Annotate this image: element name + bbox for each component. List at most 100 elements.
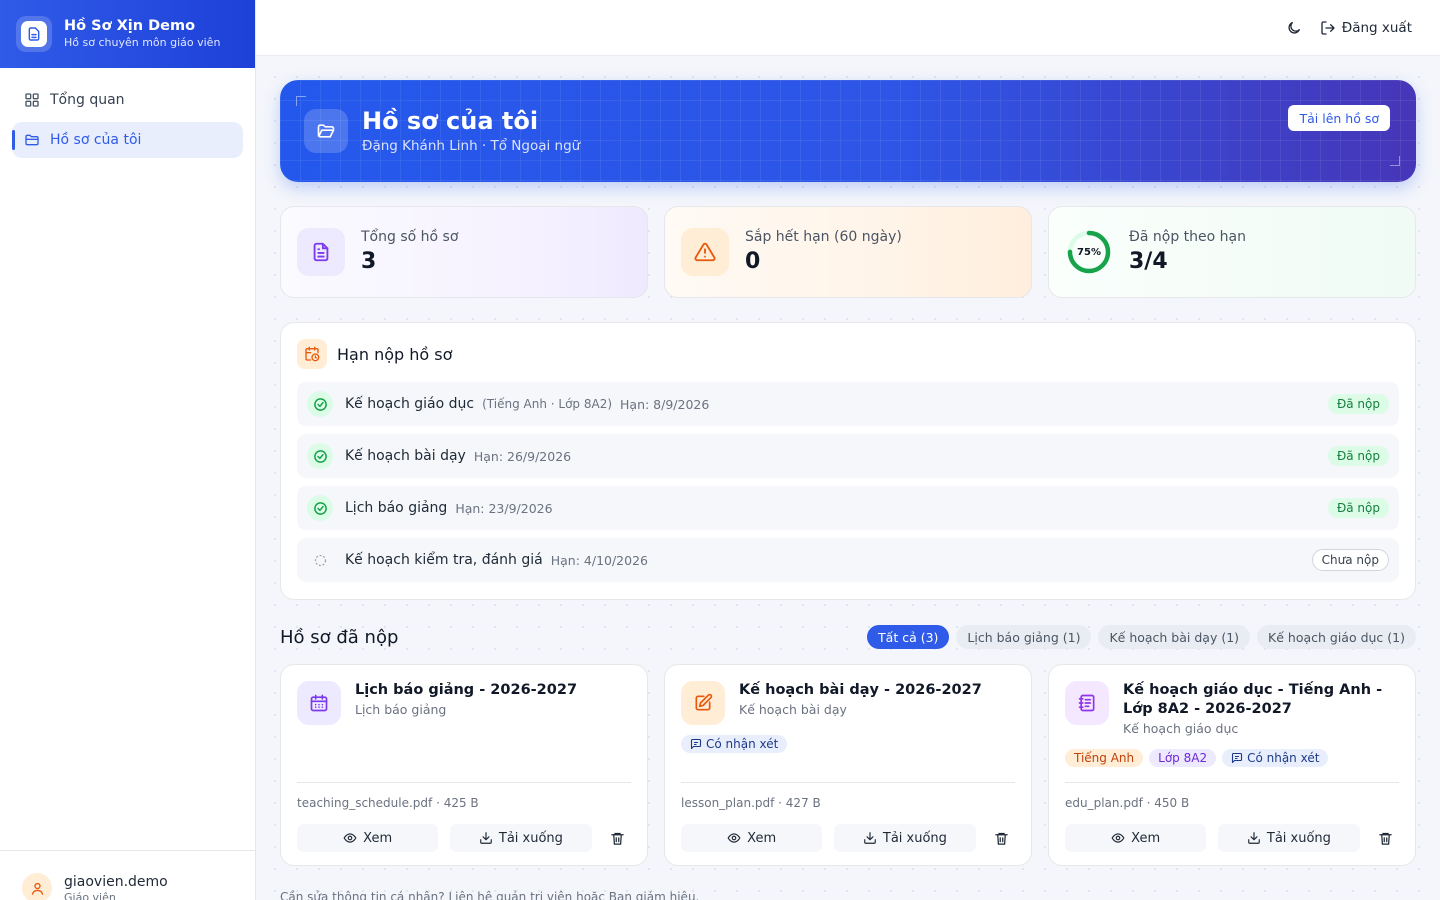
submitted-title: Hồ sơ đã nộp	[280, 626, 399, 648]
status-badge: Chưa nộp	[1311, 549, 1389, 571]
stat-total: Tổng số hồ sơ 3	[280, 206, 648, 298]
stat-label: Tổng số hồ sơ	[361, 229, 459, 245]
download-button[interactable]: Tải xuống	[1218, 824, 1360, 852]
file-cards: Lịch báo giảng - 2026-2027 Lịch báo giản…	[280, 664, 1416, 866]
view-button[interactable]: Xem	[1065, 824, 1207, 852]
brand-subtitle: Hồ sơ chuyên môn giáo viên	[64, 36, 221, 49]
stat-on-time: 75% Đã nộp theo hạn 3/4	[1048, 206, 1416, 298]
subject-tag: Tiếng Anh	[1065, 749, 1144, 767]
filter-all[interactable]: Tất cả (3)	[867, 625, 950, 649]
user-name: giaovien.demo	[64, 874, 168, 890]
page-title: Hồ sơ của tôi	[362, 107, 539, 135]
main-content: Hồ sơ của tôi Đặng Khánh Linh · Tổ Ngoại…	[280, 80, 1416, 900]
comment-tag: Có nhận xét	[1222, 749, 1329, 767]
submitted-header: Hồ sơ đã nộp Tất cả (3) Lịch báo giảng (…	[280, 623, 1416, 651]
delete-button[interactable]	[604, 824, 631, 852]
deadline-due: Hạn: 4/10/2026	[550, 552, 648, 568]
page-subtitle: Đặng Khánh Linh · Tổ Ngoại ngữ	[362, 138, 581, 154]
upload-button[interactable]: Tải lên hồ sơ	[1288, 105, 1390, 131]
moon-icon	[1286, 20, 1302, 36]
brand-title: Hồ Sơ Xịn Demo	[64, 18, 196, 34]
download-icon	[479, 831, 493, 845]
calendar-clock-icon	[297, 339, 327, 369]
check-circle-icon	[307, 443, 333, 469]
deadline-row: Kế hoạch giáo dục (Tiếng Anh · Lớp 8A2) …	[297, 382, 1399, 426]
sidebar-nav: Tổng quan Hồ sơ của tôi	[0, 68, 255, 176]
view-label: Xem	[363, 830, 393, 846]
filter-lesson-plan[interactable]: Kế hoạch bài dạy (1)	[1098, 625, 1251, 649]
stat-value: 3	[361, 249, 377, 274]
user-role: Giáo viên	[64, 891, 116, 900]
grid-icon	[24, 92, 40, 108]
deadline-due: Hạn: 23/9/2026	[455, 500, 553, 516]
sidebar: Hồ Sơ Xịn Demo Hồ sơ chuyên môn giáo viê…	[0, 0, 256, 900]
check-circle-icon	[307, 391, 333, 417]
warning-icon	[681, 228, 729, 276]
stats-row: Tổng số hồ sơ 3 Sắp hết hạn (60 ngày) 0 …	[280, 206, 1416, 298]
deadlines-card: Hạn nộp hồ sơ Kế hoạch giáo dục (Tiếng A…	[280, 322, 1416, 600]
corner-decoration	[1390, 156, 1400, 166]
folder-open-icon	[304, 109, 348, 153]
file-card: Kế hoạch giáo dục - Tiếng Anh - Lớp 8A2 …	[1048, 664, 1416, 866]
file-info: edu_plan.pdf · 450 B	[1065, 796, 1190, 810]
stat-value: 3/4	[1129, 249, 1168, 274]
status-badge: Đã nộp	[1327, 394, 1389, 414]
trash-icon	[994, 831, 1009, 846]
file-name: Kế hoạch giáo dục - Tiếng Anh - Lớp 8A2 …	[1123, 682, 1383, 717]
file-card: Lịch báo giảng - 2026-2027 Lịch báo giản…	[280, 664, 648, 866]
delete-button[interactable]	[988, 824, 1015, 852]
filter-education-plan[interactable]: Kế hoạch giáo dục (1)	[1257, 625, 1416, 649]
trash-icon	[610, 831, 625, 846]
file-category: Kế hoạch giáo dục	[1123, 721, 1239, 736]
avatar	[22, 873, 52, 900]
calendar-icon	[297, 681, 341, 725]
file-info: teaching_schedule.pdf · 425 B	[297, 796, 479, 810]
corner-decoration	[296, 96, 306, 106]
view-button[interactable]: Xem	[681, 824, 823, 852]
deadline-row: Kế hoạch bài dạy Hạn: 26/9/2026 Đã nộp	[297, 434, 1399, 478]
sidebar-item-overview[interactable]: Tổng quan	[12, 82, 243, 118]
logout-label: Đăng xuất	[1341, 19, 1412, 36]
view-button[interactable]: Xem	[297, 824, 439, 852]
comment-label: Có nhận xét	[1247, 751, 1320, 765]
filter-teaching-schedule[interactable]: Lịch báo giảng (1)	[956, 625, 1092, 649]
theme-toggle-button[interactable]	[1286, 20, 1302, 36]
progress-label: 75%	[1077, 246, 1101, 258]
logout-button[interactable]: Đăng xuất	[1320, 20, 1412, 36]
progress-ring: 75%	[1065, 228, 1113, 276]
logout-icon	[1320, 20, 1336, 36]
file-card: Kế hoạch bài dạy - 2026-2027 Kế hoạch bà…	[664, 664, 1032, 866]
deadline-name: Kế hoạch giáo dục	[345, 396, 475, 412]
sidebar-item-label: Hồ sơ của tôi	[50, 132, 142, 148]
file-category: Kế hoạch bài dạy	[739, 702, 847, 717]
brand[interactable]: Hồ Sơ Xịn Demo Hồ sơ chuyên môn giáo viê…	[0, 0, 255, 68]
sidebar-item-my-profile[interactable]: Hồ sơ của tôi	[12, 122, 243, 158]
message-icon	[1231, 752, 1243, 764]
filter-chips: Tất cả (3) Lịch báo giảng (1) Kế hoạch b…	[867, 625, 1416, 649]
deadline-meta: (Tiếng Anh · Lớp 8A2)	[482, 397, 613, 411]
download-label: Tải xuống	[1266, 830, 1331, 846]
deadline-name: Kế hoạch bài dạy	[345, 448, 466, 464]
trash-icon	[1378, 831, 1393, 846]
download-icon	[1247, 831, 1261, 845]
notebook-icon	[1065, 681, 1109, 725]
status-badge: Đã nộp	[1327, 498, 1389, 518]
comment-label: Có nhận xét	[706, 737, 779, 751]
download-label: Tải xuống	[498, 830, 563, 846]
file-tags: Tiếng Anh Lớp 8A2 Có nhận xét	[1065, 749, 1399, 767]
delete-button[interactable]	[1372, 824, 1399, 852]
download-label: Tải xuống	[882, 830, 947, 846]
download-icon	[863, 831, 877, 845]
deadline-due: Hạn: 26/9/2026	[473, 448, 572, 464]
class-tag: Lớp 8A2	[1149, 749, 1217, 767]
user-profile[interactable]: giaovien.demo Giáo viên	[0, 850, 255, 900]
folder-icon	[24, 132, 40, 148]
download-button[interactable]: Tải xuống	[450, 824, 592, 852]
view-label: Xem	[747, 830, 777, 846]
deadline-row: Lịch báo giảng Hạn: 23/9/2026 Đã nộp	[297, 486, 1399, 530]
stat-label: Sắp hết hạn (60 ngày)	[745, 229, 902, 245]
download-button[interactable]: Tải xuống	[834, 824, 976, 852]
file-text-icon	[297, 228, 345, 276]
deadline-due: Hạn: 8/9/2026	[620, 396, 710, 412]
topbar: Đăng xuất	[256, 0, 1440, 56]
